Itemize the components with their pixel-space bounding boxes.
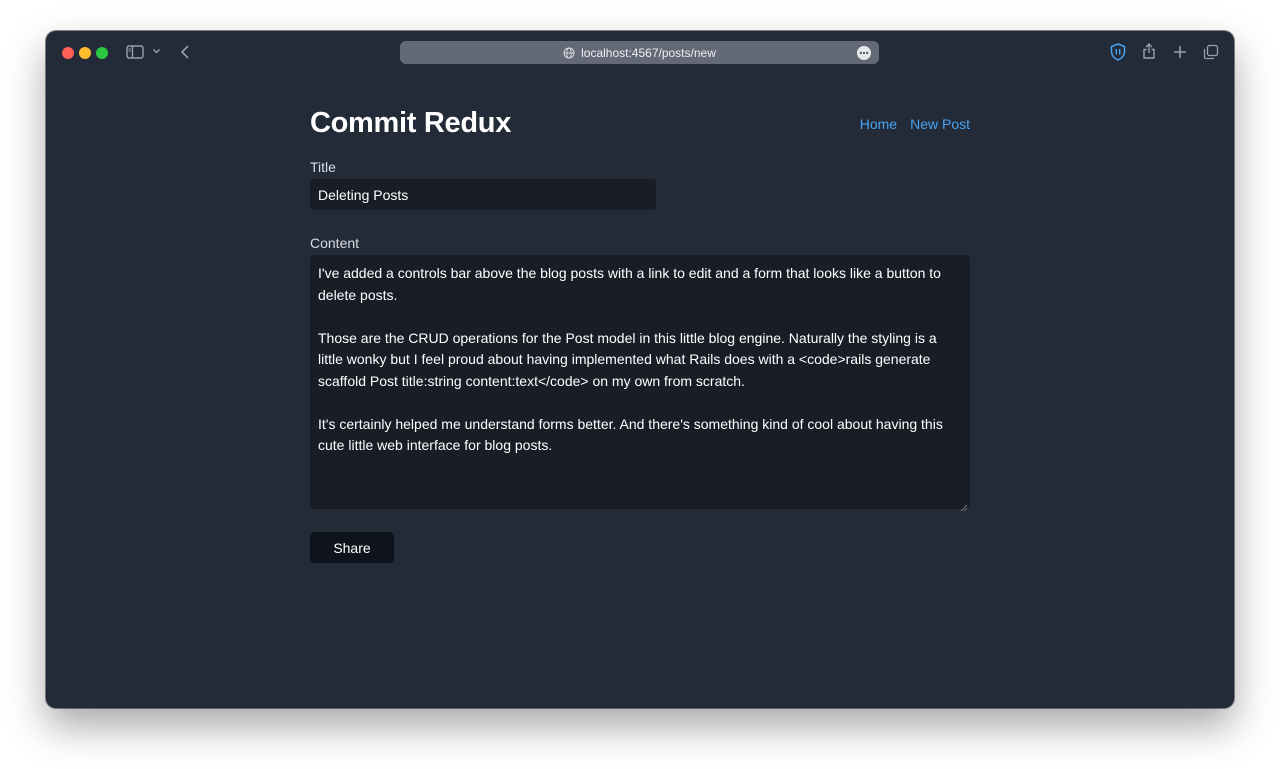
chevron-down-icon[interactable] [152,48,161,55]
shield-icon[interactable] [1110,43,1126,61]
title-label: Title [310,159,336,175]
back-icon[interactable] [180,44,190,60]
address-bar[interactable]: localhost:4567/posts/new [400,41,879,64]
site-title: Commit Redux [310,107,512,139]
share-icon[interactable] [1142,42,1156,60]
minimize-window-button[interactable] [79,47,91,59]
content-textarea[interactable]: I've added a controls bar above the blog… [310,255,970,509]
nav-home-link[interactable]: Home [860,116,897,132]
title-input[interactable] [310,179,656,210]
site-nav: Home New Post [860,116,970,132]
share-button[interactable]: Share [310,532,394,563]
browser-toolbar: localhost:4567/posts/new [46,31,1234,73]
more-icon[interactable] [857,46,871,60]
zoom-window-button[interactable] [96,47,108,59]
browser-window: localhost:4567/posts/new Commit Redux Ho… [46,31,1234,708]
content-label: Content [310,235,360,251]
url-text: localhost:4567/posts/new [581,45,716,60]
plus-icon[interactable] [1173,45,1187,59]
resize-handle-icon[interactable] [960,499,968,517]
sidebar-icon[interactable] [126,44,144,60]
nav-new-post-link[interactable]: New Post [910,116,970,132]
tabs-icon[interactable] [1203,44,1219,60]
close-window-button[interactable] [62,47,74,59]
globe-icon [563,47,575,59]
